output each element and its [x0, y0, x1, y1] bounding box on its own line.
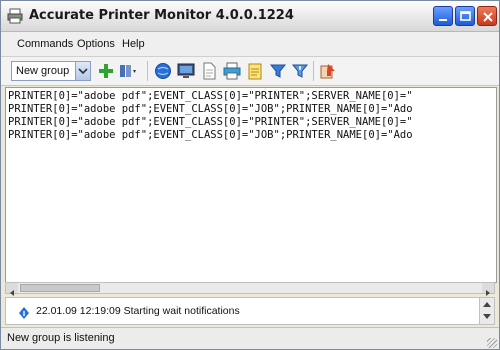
- menu-help[interactable]: Help: [122, 38, 145, 50]
- maximize-icon: [460, 11, 471, 21]
- log-line: PRINTER[0]="adobe pdf";EVENT_CLASS[0]="P…: [8, 90, 413, 102]
- log-line: PRINTER[0]="adobe pdf";EVENT_CLASS[0]="P…: [8, 116, 413, 128]
- notification-text: 22.01.09 12:19:09 Starting wait notifica…: [36, 305, 240, 317]
- log-line: PRINTER[0]="adobe pdf";EVENT_CLASS[0]="J…: [8, 129, 413, 141]
- scroll-right-icon[interactable]: [482, 283, 494, 296]
- monitor-icon[interactable]: [177, 62, 195, 80]
- group-select-value: New group: [16, 65, 70, 77]
- globe-icon[interactable]: [154, 62, 172, 80]
- scroll-thumb[interactable]: [20, 284, 100, 292]
- filter-alt-icon[interactable]: [291, 62, 309, 80]
- minimize-button[interactable]: [433, 6, 453, 26]
- status-bar: New group is listening: [1, 327, 499, 349]
- add-icon[interactable]: [97, 62, 115, 80]
- filter-blue-icon[interactable]: [269, 62, 287, 80]
- notepad-icon[interactable]: [246, 62, 264, 80]
- columns-icon[interactable]: [119, 62, 137, 80]
- resize-grip-icon[interactable]: [487, 338, 497, 348]
- notification-panel: 22.01.09 12:19:09 Starting wait notifica…: [5, 297, 495, 325]
- maximize-button[interactable]: [455, 6, 475, 26]
- scroll-up-icon[interactable]: [483, 302, 491, 307]
- toolbar-separator: [313, 61, 314, 81]
- app-window: Accurate Printer Monitor 4.0.0.1224 Comm…: [0, 0, 500, 350]
- log-line: PRINTER[0]="adobe pdf";EVENT_CLASS[0]="J…: [8, 103, 413, 115]
- info-icon: [18, 305, 30, 319]
- printer-app-icon: [7, 8, 23, 24]
- vertical-scrollbar[interactable]: [479, 298, 494, 324]
- toolbar-separator: [147, 61, 148, 81]
- scroll-down-icon[interactable]: [483, 314, 491, 319]
- printer-icon[interactable]: [223, 62, 241, 80]
- minimize-icon: [439, 19, 447, 21]
- status-text: New group is listening: [7, 332, 115, 344]
- export-icon[interactable]: [319, 62, 337, 80]
- menu-bar: Commands Options Help: [1, 32, 499, 57]
- chevron-down-icon[interactable]: [75, 62, 90, 80]
- menu-options[interactable]: Options: [77, 38, 115, 50]
- horizontal-scrollbar[interactable]: [5, 282, 495, 296]
- toolbar: New group: [1, 57, 499, 86]
- close-icon: [483, 12, 493, 22]
- close-button[interactable]: [477, 6, 497, 26]
- menu-commands[interactable]: Commands: [17, 38, 73, 50]
- window-title: Accurate Printer Monitor 4.0.0.1224: [29, 8, 294, 23]
- log-area[interactable]: PRINTER[0]="adobe pdf";EVENT_CLASS[0]="P…: [5, 87, 497, 283]
- title-bar[interactable]: Accurate Printer Monitor 4.0.0.1224: [1, 1, 499, 32]
- document-icon[interactable]: [200, 62, 218, 80]
- group-select[interactable]: New group: [11, 61, 91, 81]
- scroll-left-icon[interactable]: [6, 283, 18, 296]
